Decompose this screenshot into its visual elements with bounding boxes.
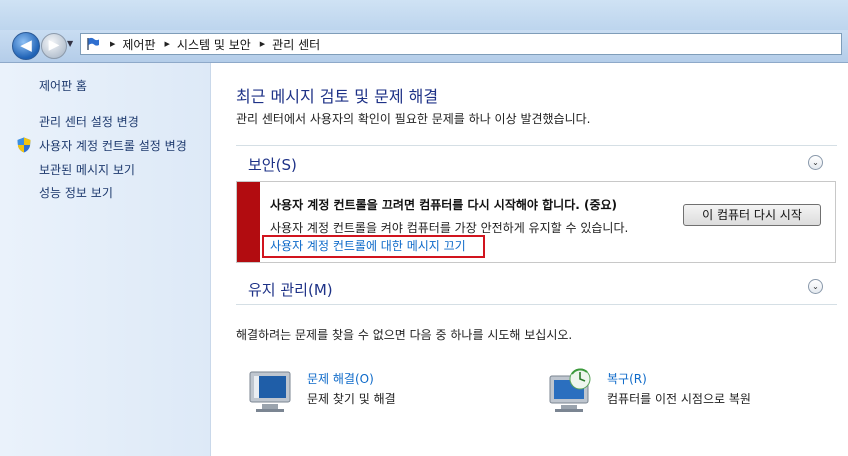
- maintenance-section-heading[interactable]: 유지 관리(M): [248, 279, 333, 300]
- turn-off-uac-messages-link[interactable]: 사용자 계정 컨트롤에 대한 메시지 끄기: [262, 235, 485, 258]
- sidebar: 제어판 홈 관리 센터 설정 변경 사용자 계정 컨트롤 설정 변경 보관된 메…: [0, 63, 211, 456]
- security-alert: 사용자 계정 컨트롤을 끄려면 컴퓨터를 다시 시작해야 합니다. (중요) 사…: [236, 181, 836, 263]
- flag-icon: [87, 37, 99, 50]
- alert-title: 사용자 계정 컨트롤을 끄려면 컴퓨터를 다시 시작해야 합니다. (중요): [270, 198, 618, 212]
- breadcrumb-separator[interactable]: ▶: [165, 40, 170, 48]
- uac-shield-icon: [17, 137, 31, 153]
- maintenance-expand-chevron-icon[interactable]: ⌄: [808, 279, 823, 294]
- security-expand-chevron-icon[interactable]: ⌄: [808, 155, 823, 170]
- breadcrumb-action-center[interactable]: 관리 센터: [272, 36, 320, 53]
- page-subtitle: 관리 센터에서 사용자의 확인이 필요한 문제를 하나 이상 발견했습니다.: [236, 112, 591, 126]
- sidebar-control-panel-home[interactable]: 제어판 홈: [39, 77, 87, 94]
- troubleshooting-link[interactable]: 문제 해결(O): [307, 370, 374, 387]
- navigation-bar: ◀ ▶ ▼ ▶ 제어판 ▶ 시스템 및 보안 ▶ 관리 센터: [0, 30, 848, 63]
- security-section-heading[interactable]: 보안(S): [248, 154, 297, 175]
- breadcrumb-separator[interactable]: ▶: [260, 40, 265, 48]
- forward-button[interactable]: ▶: [41, 33, 67, 59]
- main-content: 최근 메시지 검토 및 문제 해결 관리 센터에서 사용자의 확인이 필요한 문…: [211, 63, 848, 456]
- alert-severity-bar: [237, 182, 260, 262]
- recovery-link[interactable]: 복구(R): [607, 370, 647, 387]
- sidebar-item-view-performance-info[interactable]: 성능 정보 보기: [39, 184, 113, 201]
- alert-description: 사용자 계정 컨트롤을 켜야 컴퓨터를 가장 안전하게 유지할 수 있습니다.: [270, 221, 629, 235]
- troubleshoot-icon: [249, 371, 291, 412]
- sidebar-item-view-archived-messages[interactable]: 보관된 메시지 보기: [39, 161, 135, 178]
- sidebar-item-change-action-center-settings[interactable]: 관리 센터 설정 변경: [39, 113, 139, 130]
- breadcrumb-system-security[interactable]: 시스템 및 보안: [177, 36, 251, 53]
- page-title: 최근 메시지 검토 및 문제 해결: [236, 87, 439, 106]
- address-bar[interactable]: ▶ 제어판 ▶ 시스템 및 보안 ▶ 관리 센터: [80, 33, 842, 55]
- recovery-description: 컴퓨터를 이전 시점으로 복원: [607, 392, 751, 406]
- recent-pages-dropdown[interactable]: ▼: [67, 39, 73, 48]
- recovery-icon: [549, 368, 591, 412]
- breadcrumb: ▶ 제어판 ▶ 시스템 및 보안 ▶ 관리 센터: [107, 34, 320, 54]
- hint-text: 해결하려는 문제를 찾을 수 없으면 다음 중 하나를 시도해 보십시오.: [236, 328, 573, 342]
- sidebar-item-change-uac-settings[interactable]: 사용자 계정 컨트롤 설정 변경: [39, 137, 187, 154]
- back-button[interactable]: ◀: [12, 32, 40, 60]
- breadcrumb-separator: ▶: [110, 40, 116, 48]
- section-divider: [236, 145, 837, 146]
- window-titlebar: [0, 0, 848, 30]
- section-divider: [236, 304, 837, 305]
- troubleshooting-description: 문제 찾기 및 해결: [307, 392, 396, 406]
- restart-computer-button[interactable]: 이 컴퓨터 다시 시작: [683, 204, 821, 226]
- breadcrumb-control-panel[interactable]: 제어판: [122, 36, 155, 53]
